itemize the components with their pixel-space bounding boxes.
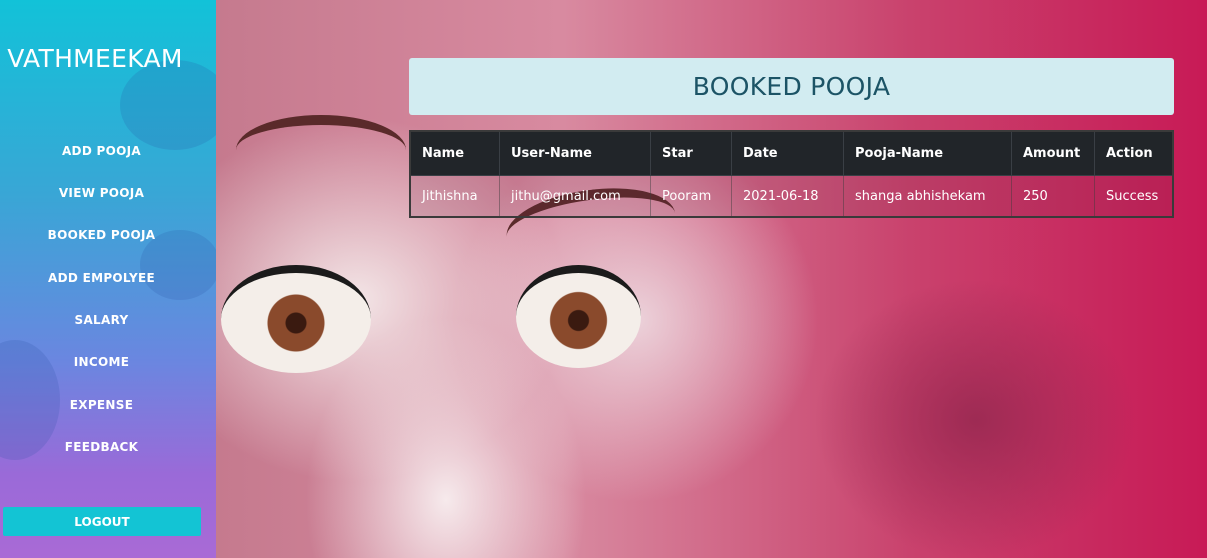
cell-star: Pooram xyxy=(650,175,732,218)
table-row: Jithishna jithu@gmail.com Pooram 2021-06… xyxy=(409,175,1174,218)
brand-title: VATHMEEKAM xyxy=(7,44,183,73)
cell-name: Jithishna xyxy=(409,175,500,218)
background-eye xyxy=(221,265,371,373)
column-header-star: Star xyxy=(650,130,732,176)
nav-income[interactable]: INCOME xyxy=(0,355,203,369)
map-decoration xyxy=(120,60,216,150)
page-title: BOOKED POOJA xyxy=(692,72,891,101)
nav-expense[interactable]: EXPENSE xyxy=(0,398,203,412)
nav-feedback[interactable]: FEEDBACK xyxy=(0,440,203,454)
cell-username: jithu@gmail.com xyxy=(499,175,651,218)
nav-salary[interactable]: SALARY xyxy=(0,313,203,327)
column-header-name: Name xyxy=(409,130,500,176)
cell-pooja-name: shanga abhishekam xyxy=(843,175,1012,218)
cell-amount: 250 xyxy=(1011,175,1095,218)
background-eye xyxy=(516,265,641,368)
cell-date: 2021-06-18 xyxy=(731,175,844,218)
nav-view-pooja[interactable]: VIEW POOJA xyxy=(0,186,203,200)
sidebar: VATHMEEKAM ADD POOJA VIEW POOJA BOOKED P… xyxy=(0,0,216,558)
column-header-action: Action xyxy=(1094,130,1174,176)
main-content: BOOKED POOJA Name User-Name Star Date Po… xyxy=(216,0,1207,558)
column-header-username: User-Name xyxy=(499,130,651,176)
cell-action[interactable]: Success xyxy=(1094,175,1174,218)
background-brow xyxy=(236,115,406,185)
nav-add-pooja[interactable]: ADD POOJA xyxy=(0,144,203,158)
table-header-row: Name User-Name Star Date Pooja-Name Amou… xyxy=(409,130,1174,176)
logout-button[interactable]: LOGOUT xyxy=(3,507,201,536)
page-header: BOOKED POOJA xyxy=(409,58,1174,115)
column-header-amount: Amount xyxy=(1011,130,1095,176)
bookings-table: Name User-Name Star Date Pooja-Name Amou… xyxy=(409,130,1174,218)
column-header-pooja-name: Pooja-Name xyxy=(843,130,1012,176)
nav-booked-pooja[interactable]: BOOKED POOJA xyxy=(0,228,203,242)
nav-add-employee[interactable]: ADD EMPOLYEE xyxy=(0,271,203,285)
column-header-date: Date xyxy=(731,130,844,176)
